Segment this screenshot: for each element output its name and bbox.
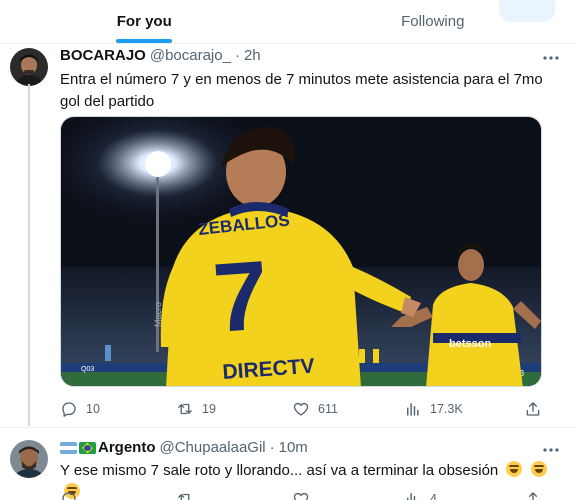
share-button[interactable]	[524, 400, 542, 418]
thread-line	[28, 84, 30, 426]
separator-dot: ·	[234, 47, 240, 64]
like-button[interactable]: 611	[292, 400, 404, 418]
handle[interactable]: @bocarajo_	[150, 47, 231, 64]
share-button[interactable]	[524, 490, 542, 500]
tweet-media-image[interactable]: Macro Q03 Q03 betsson	[60, 116, 542, 387]
tab-following-label: Following	[401, 13, 465, 30]
avatar[interactable]	[10, 440, 48, 478]
display-name[interactable]: BOCARAJO	[60, 47, 146, 64]
views-icon	[407, 493, 419, 500]
scoreboard-left: Q03	[81, 366, 94, 373]
view-count: 4	[430, 492, 437, 500]
like-count: 611	[318, 402, 338, 416]
tweet[interactable]: BOCARAJO @bocarajo_ · 2h Entra el número…	[0, 44, 577, 426]
tweet-actions: 10 19 611 17.3K	[60, 400, 550, 418]
argentina-flag-icon	[60, 441, 77, 454]
tweet-header: Argento @ChupaalaaGil · 10m	[60, 439, 308, 456]
like-icon	[293, 402, 309, 416]
jersey-number: 7	[210, 239, 272, 353]
share-icon	[526, 492, 540, 500]
repost-button[interactable]: 19	[176, 400, 292, 418]
sponsor-right: betsson	[449, 338, 491, 350]
timeline-tabs: For you Following	[0, 0, 577, 44]
handle[interactable]: @ChupaalaaGil	[160, 439, 266, 456]
timestamp[interactable]: 10m	[279, 439, 308, 456]
more-icon[interactable]	[541, 440, 561, 460]
laughing-emoji-icon	[506, 461, 523, 477]
like-icon	[293, 492, 309, 500]
reply-icon	[62, 402, 76, 417]
media-photo: Macro Q03 Q03 betsson	[61, 117, 541, 386]
separator-dot: ·	[269, 439, 275, 456]
tweet-header: BOCARAJO @bocarajo_ · 2h	[60, 47, 261, 64]
views-icon	[407, 403, 419, 416]
views-button[interactable]: 4	[404, 490, 524, 500]
new-posts-pill[interactable]	[499, 0, 555, 22]
repost-button[interactable]	[176, 490, 292, 500]
tweet-text: Y ese mismo 7 sale roto y llorando... as…	[60, 462, 499, 479]
views-button[interactable]: 17.3K	[404, 400, 524, 418]
reply-button[interactable]: 10	[60, 400, 176, 418]
active-tab-indicator	[116, 39, 173, 43]
repost-icon	[178, 493, 190, 500]
repost-icon	[178, 403, 192, 415]
tweet-actions: 4	[60, 490, 550, 500]
avatar-image	[10, 440, 48, 478]
reply-icon	[62, 492, 76, 500]
tweet[interactable]: Argento @ChupaalaaGil · 10m Y ese mismo …	[0, 427, 577, 500]
avatar[interactable]	[10, 48, 48, 86]
brazil-flag-icon	[79, 441, 96, 454]
reply-button[interactable]	[60, 490, 176, 500]
repost-count: 19	[202, 402, 216, 416]
more-icon[interactable]	[541, 48, 561, 68]
reply-count: 10	[86, 402, 100, 416]
view-count: 17.3K	[430, 402, 463, 416]
tab-for-you-label: For you	[116, 13, 172, 30]
laughing-emoji-icon	[530, 461, 547, 477]
share-icon	[526, 402, 540, 416]
display-name[interactable]: Argento	[98, 439, 156, 456]
avatar-image	[10, 48, 48, 86]
tab-for-you[interactable]: For you	[0, 0, 289, 43]
tweet-text: Entra el número 7 y en menos de 7 minuto…	[60, 71, 543, 110]
like-button[interactable]	[292, 490, 404, 500]
timestamp[interactable]: 2h	[244, 47, 261, 64]
